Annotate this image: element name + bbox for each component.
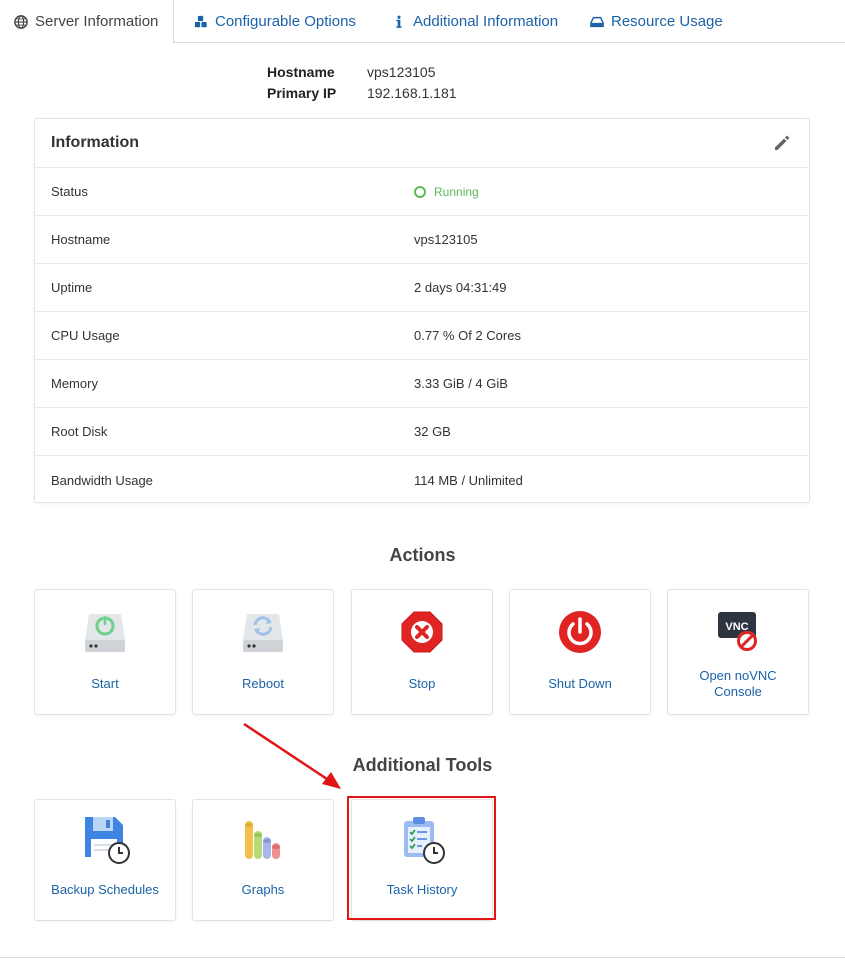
hostname-value: vps123105 (367, 64, 436, 80)
tab-server-information[interactable]: Server Information (0, 0, 174, 44)
tab-label: Configurable Options (215, 13, 356, 30)
open-novnc-label-line2: Console (714, 684, 762, 699)
open-novnc-label: Open noVNC Console (672, 668, 804, 700)
primary-ip-label: Primary IP (267, 85, 337, 101)
graphs-button[interactable]: Graphs (192, 799, 334, 921)
info-value: 0.77 % Of 2 Cores (414, 328, 521, 343)
open-novnc-console-button[interactable]: VNC Open noVNC Console (667, 589, 809, 715)
information-panel: Information Status Running Hostname vps1… (34, 118, 810, 503)
info-value: 32 GB (414, 424, 451, 439)
information-panel-header: Information (35, 119, 809, 168)
info-label: Memory (51, 376, 98, 391)
task-history-label: Task History (386, 882, 458, 897)
reboot-server-icon (193, 608, 333, 656)
tab-additional-information[interactable]: Additional Information (378, 0, 572, 43)
hostname-summary: Hostname vps123105 (267, 64, 436, 80)
pencil-icon[interactable] (771, 132, 793, 154)
hostname-label: Hostname (267, 64, 335, 80)
hdd-icon (590, 16, 604, 27)
task-history-button[interactable]: Task History (351, 799, 493, 921)
actions-heading: Actions (389, 545, 456, 565)
primary-ip-value: 192.168.1.181 (367, 85, 457, 101)
info-row-root-disk: Root Disk 32 GB (35, 408, 809, 456)
graphs-icon (193, 815, 333, 863)
info-label: Uptime (51, 280, 93, 295)
start-button[interactable]: Start (34, 589, 176, 715)
status-badge: Running (434, 184, 479, 199)
info-value: 3.33 GiB / 4 GiB (414, 376, 508, 391)
tab-label: Resource Usage (611, 13, 723, 30)
status-value: Running (414, 185, 479, 199)
info-label: CPU Usage (51, 328, 120, 343)
primary-ip-summary: Primary IP 192.168.1.181 (267, 85, 457, 101)
info-label: Bandwidth Usage (51, 472, 153, 488)
tab-label: Server Information (35, 13, 159, 30)
power-icon (510, 608, 650, 656)
open-novnc-label-line1: Open noVNC (699, 668, 777, 683)
info-label: Root Disk (51, 424, 108, 439)
backup-schedules-button[interactable]: Backup Schedules (34, 799, 176, 921)
backup-schedule-icon (35, 815, 175, 864)
graphs-label: Graphs (241, 882, 285, 897)
task-history-icon (352, 815, 492, 864)
vnc-icon: VNC (668, 608, 808, 656)
info-row-memory: Memory 3.33 GiB / 4 GiB (35, 360, 809, 408)
status-ring-icon (414, 185, 426, 198)
tab-resource-usage[interactable]: Resource Usage (576, 0, 737, 43)
information-panel-title: Information (51, 134, 139, 151)
info-value: 2 days 04:31:49 (414, 280, 507, 295)
reboot-label: Reboot (242, 676, 284, 691)
reboot-button[interactable]: Reboot (192, 589, 334, 715)
backup-schedules-label: Backup Schedules (51, 882, 159, 897)
info-icon (396, 15, 402, 28)
info-row-hostname: Hostname vps123105 (35, 216, 809, 264)
globe-icon (14, 14, 28, 29)
info-row-uptime: Uptime 2 days 04:31:49 (35, 264, 809, 312)
additional-tools-heading: Additional Tools (352, 755, 493, 775)
stop-button[interactable]: Stop (351, 589, 493, 715)
stop-label: Stop (408, 676, 436, 691)
shut-down-button[interactable]: Shut Down (509, 589, 651, 715)
stop-icon (352, 608, 492, 656)
divider (0, 957, 845, 958)
info-row-bandwidth-usage: Bandwidth Usage 114 MB / Unlimited (35, 456, 809, 504)
info-value: vps123105 (414, 232, 478, 247)
shut-down-label: Shut Down (548, 676, 612, 691)
start-server-icon (35, 608, 175, 656)
tab-configurable-options[interactable]: Configurable Options (180, 0, 370, 43)
info-label: Hostname (51, 232, 111, 247)
info-row-cpu-usage: CPU Usage 0.77 % Of 2 Cores (35, 312, 809, 360)
cubes-icon (194, 15, 207, 27)
start-label: Start (91, 676, 119, 691)
tab-bar: Server Information Configurable Options … (0, 0, 845, 44)
info-row-status: Status Running (35, 168, 809, 216)
tab-label: Additional Information (413, 13, 559, 30)
info-value: 114 MB / Unlimited (414, 472, 523, 488)
info-label: Status (51, 184, 88, 199)
